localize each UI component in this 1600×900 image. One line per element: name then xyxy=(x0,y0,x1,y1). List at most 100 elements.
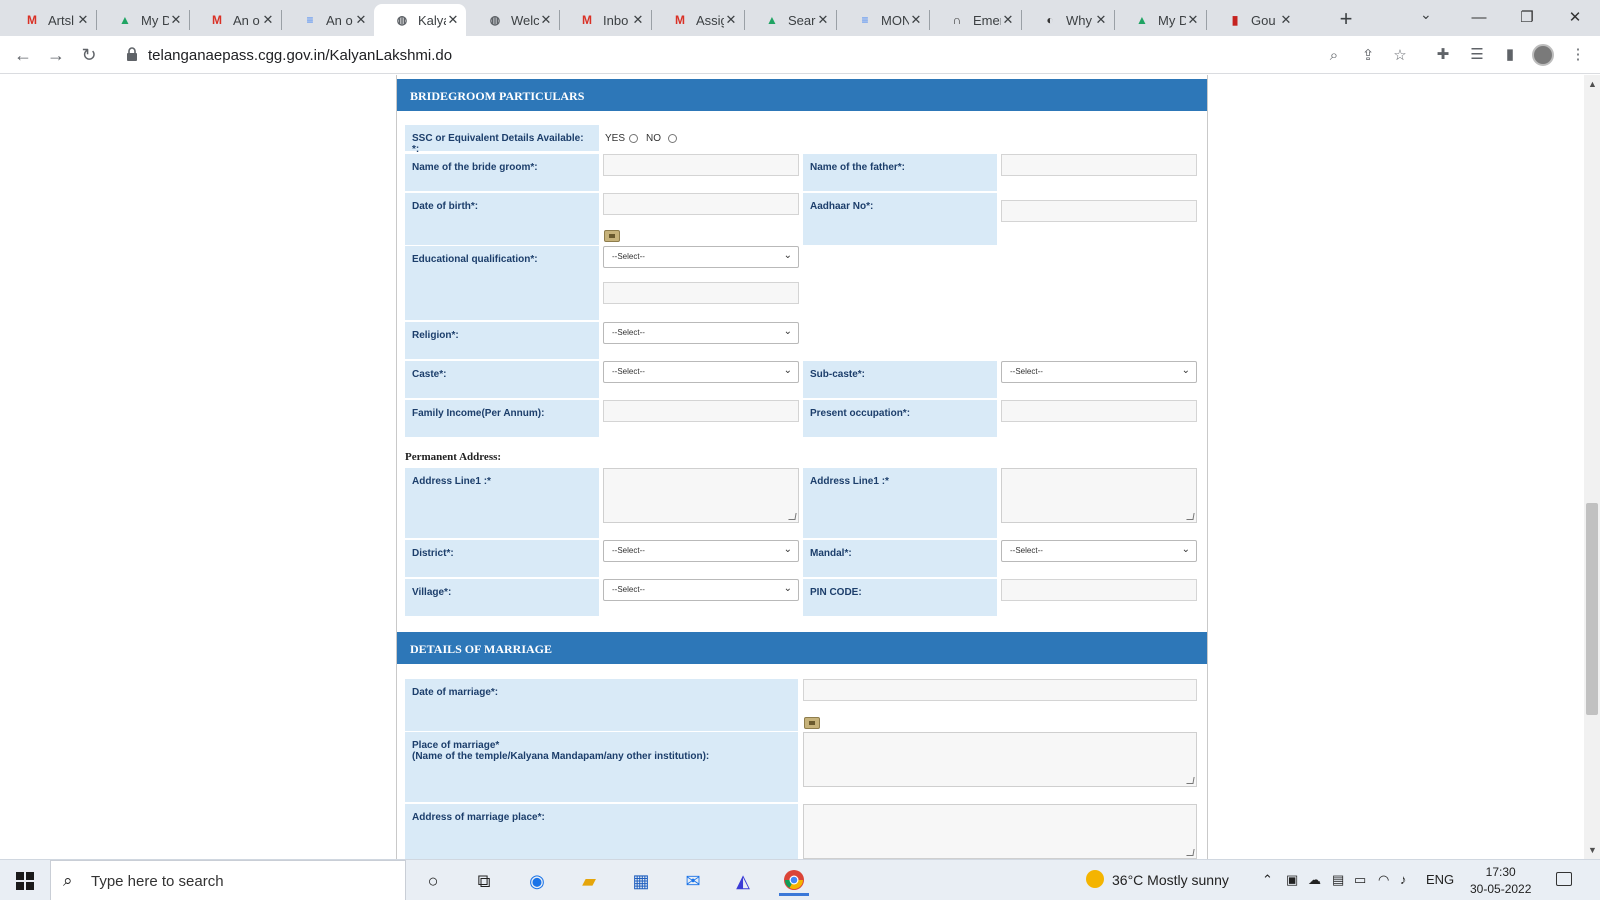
income-input[interactable] xyxy=(603,400,799,422)
tab-6[interactable]: M Inbo ✕ xyxy=(559,4,651,36)
tab-5[interactable]: ◍ Welc ✕ xyxy=(467,4,559,36)
tab-1[interactable]: ▲ My D ✕ xyxy=(97,4,189,36)
battery-icon[interactable]: ▭ xyxy=(1354,872,1366,888)
app-logo-icon[interactable]: ◭ xyxy=(728,866,758,896)
profile-avatar[interactable] xyxy=(1532,44,1554,66)
tab-13[interactable]: ▮ Gou ✕ xyxy=(1207,4,1299,36)
wifi-icon[interactable]: ◠ xyxy=(1378,872,1389,888)
tab-3[interactable]: ≡ An o ✕ xyxy=(282,4,374,36)
reload-icon[interactable]: ↻ xyxy=(76,42,102,68)
tab-2[interactable]: M An o ✕ xyxy=(189,4,281,36)
tab-close-icon[interactable]: ✕ xyxy=(724,12,738,28)
address-line1-right-textarea[interactable] xyxy=(1001,468,1197,523)
tab-close-icon[interactable]: ✕ xyxy=(446,12,460,28)
tab-close-icon[interactable]: ✕ xyxy=(354,12,368,28)
tab-8[interactable]: ▲ Sear ✕ xyxy=(744,4,836,36)
new-tab-button[interactable]: + xyxy=(1332,6,1360,34)
subcaste-select[interactable]: --Select-- ⌄ xyxy=(1001,361,1197,383)
meet-now-icon[interactable]: ▣ xyxy=(1286,872,1298,888)
tab-close-icon[interactable]: ✕ xyxy=(169,12,183,28)
tab-close-icon[interactable]: ✕ xyxy=(539,12,553,28)
tab-0[interactable]: M Artsl ✕ xyxy=(4,4,96,36)
edge-browser-icon[interactable]: ◉ xyxy=(522,866,552,896)
tab-10[interactable]: ∩ Emer ✕ xyxy=(929,4,1021,36)
tab-close-icon[interactable]: ✕ xyxy=(1094,12,1108,28)
address-line1-left-textarea[interactable] xyxy=(603,468,799,523)
onedrive-cloud-icon[interactable]: ☁ xyxy=(1308,872,1321,888)
clock-date: 30-05-2022 xyxy=(1470,882,1532,896)
language-indicator[interactable]: ENG xyxy=(1426,872,1454,887)
notification-center-icon[interactable] xyxy=(1556,872,1572,886)
tab-close-icon[interactable]: ✕ xyxy=(76,12,90,28)
tray-app-icon[interactable]: ▤ xyxy=(1332,872,1344,888)
tab-7[interactable]: M Assig✕ xyxy=(652,4,744,36)
tab-4[interactable]: ◍ Kalya✕ xyxy=(374,4,466,36)
chrome-icon[interactable] xyxy=(779,866,809,896)
father-name-input[interactable] xyxy=(1001,154,1197,176)
mail-icon[interactable]: ✉ xyxy=(678,866,708,896)
menu-kebab-icon[interactable]: ⋮ xyxy=(1567,44,1589,66)
restore-button[interactable]: ❐ xyxy=(1504,4,1550,32)
marriage-date-calendar-icon[interactable] xyxy=(804,717,820,729)
forward-arrow-icon[interactable]: → xyxy=(43,42,69,68)
task-view-icon[interactable]: ⧉ xyxy=(469,866,499,896)
village-select[interactable]: --Select-- ⌄ xyxy=(603,579,799,601)
back-arrow-icon[interactable]: ← xyxy=(10,42,36,68)
tab-search-icon[interactable]: ⌄ xyxy=(1420,6,1432,23)
tab-close-icon[interactable]: ✕ xyxy=(909,12,923,28)
address-bar[interactable]: telanganaepass.cgg.gov.in/KalyanLakshmi.… xyxy=(114,40,1414,70)
book-icon: ▮ xyxy=(1231,13,1239,27)
bookmark-star-icon[interactable]: ☆ xyxy=(1390,46,1410,66)
cortana-circle-icon[interactable]: ○ xyxy=(418,866,448,896)
share-icon[interactable]: ⇪ xyxy=(1358,46,1378,66)
scroll-thumb[interactable] xyxy=(1586,503,1598,715)
groom-name-input[interactable] xyxy=(603,154,799,176)
google-drive-icon: ▲ xyxy=(119,13,131,27)
tab-11[interactable]: ◐ Why ✕ xyxy=(1022,4,1114,36)
tab-close-icon[interactable]: ✕ xyxy=(1001,12,1015,28)
marriage-date-input[interactable] xyxy=(803,679,1197,701)
tab-close-icon[interactable]: ✕ xyxy=(631,12,645,28)
marriage-place-textarea[interactable] xyxy=(803,732,1197,787)
extensions-puzzle-icon[interactable]: ✚ xyxy=(1432,44,1454,66)
aadhaar-input[interactable] xyxy=(1001,200,1197,222)
weather-text[interactable]: 36°C Mostly sunny xyxy=(1112,872,1229,888)
dob-input[interactable] xyxy=(603,193,799,215)
mandal-select[interactable]: --Select-- ⌄ xyxy=(1001,540,1197,562)
scroll-down-arrow-icon[interactable]: ▼ xyxy=(1588,845,1597,855)
pincode-input[interactable] xyxy=(1001,579,1197,601)
minimize-button[interactable]: — xyxy=(1456,4,1502,32)
close-window-button[interactable]: ✕ xyxy=(1552,4,1598,32)
tab-12[interactable]: ▲ My D ✕ xyxy=(1114,4,1206,36)
occupation-input[interactable] xyxy=(1001,400,1197,422)
side-panel-icon[interactable]: ▮ xyxy=(1499,44,1521,66)
dob-calendar-icon[interactable] xyxy=(604,230,620,242)
district-select[interactable]: --Select-- ⌄ xyxy=(603,540,799,562)
ssc-no-radio[interactable] xyxy=(668,134,677,143)
page-scrollbar[interactable]: ▲ ▼ xyxy=(1584,75,1600,859)
caste-select[interactable]: --Select-- ⌄ xyxy=(603,361,799,383)
tab-close-icon[interactable]: ✕ xyxy=(1186,12,1200,28)
microsoft-store-icon[interactable]: ▦ xyxy=(626,866,656,896)
education-select[interactable]: --Select-- ⌄ xyxy=(603,246,799,268)
religion-select[interactable]: --Select-- ⌄ xyxy=(603,322,799,344)
ssc-yes-radio[interactable] xyxy=(629,134,638,143)
google-drive-icon: ▲ xyxy=(1136,13,1148,27)
tray-chevron-up-icon[interactable]: ⌃ xyxy=(1262,872,1273,888)
scroll-up-arrow-icon[interactable]: ▲ xyxy=(1588,79,1597,89)
reading-list-icon[interactable]: ☰ xyxy=(1466,44,1488,66)
zoom-icon[interactable]: ⌕ xyxy=(1324,46,1344,66)
file-explorer-icon[interactable]: ▰ xyxy=(574,866,604,896)
tab-9[interactable]: ≡ MON ✕ xyxy=(837,4,929,36)
tab-close-icon[interactable]: ✕ xyxy=(261,12,275,28)
globe-icon: ◍ xyxy=(396,13,408,27)
tab-close-icon[interactable]: ✕ xyxy=(816,12,830,28)
taskbar-search-box[interactable]: ⌕ Type here to search xyxy=(50,860,406,900)
marriage-address-textarea[interactable] xyxy=(803,804,1197,859)
system-clock[interactable]: 17:30 30-05-2022 xyxy=(1470,864,1531,898)
volume-icon[interactable]: ♪ xyxy=(1400,872,1407,887)
education-other-input[interactable] xyxy=(603,282,799,304)
tab-close-icon[interactable]: ✕ xyxy=(1279,12,1293,28)
browser-toolbar: ← → ↻ telanganaepass.cgg.gov.in/KalyanLa… xyxy=(0,36,1600,74)
windows-start-icon[interactable] xyxy=(16,872,34,890)
